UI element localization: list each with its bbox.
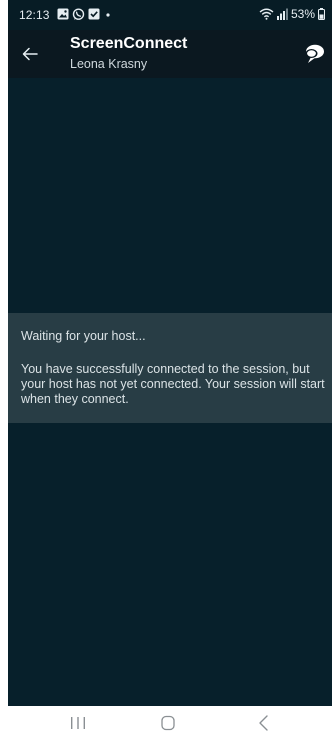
app-title: ScreenConnect (70, 35, 188, 52)
waiting-title: Waiting for your host... (21, 329, 146, 343)
notification-icons (57, 7, 113, 21)
recents-icon[interactable] (65, 715, 91, 731)
battery-percentage: 53% (290, 7, 315, 21)
back-button[interactable] (20, 44, 40, 64)
wifi-icon (259, 8, 274, 20)
gallery-icon (57, 8, 69, 20)
whatsapp-icon (72, 7, 85, 20)
status-time: 12:13 (19, 8, 50, 22)
signal-icon (276, 8, 288, 20)
arrow-left-icon (22, 47, 38, 61)
system-nav-bar (0, 706, 332, 738)
status-bar: 12:13 53% (8, 0, 332, 30)
battery-icon (318, 8, 325, 20)
waiting-panel: Waiting for your host... You have succes… (8, 313, 332, 423)
back-icon[interactable] (254, 714, 274, 732)
chat-bubbles-icon (305, 44, 324, 63)
checkbox-icon (88, 8, 100, 20)
chat-button[interactable] (302, 43, 326, 65)
dot-icon (106, 13, 110, 17)
app-bar: ScreenConnect Leona Krasny (8, 30, 332, 78)
system-status: 53% (259, 7, 325, 21)
home-icon[interactable] (157, 715, 179, 731)
waiting-message: You have successfully connected to the s… (21, 362, 325, 406)
device-frame: 12:13 53% ScreenConnect Leona Krasny Wai… (0, 0, 332, 738)
session-host-name: Leona Krasny (70, 57, 148, 71)
app-screen: 12:13 53% ScreenConnect Leona Krasny Wai… (8, 0, 332, 706)
